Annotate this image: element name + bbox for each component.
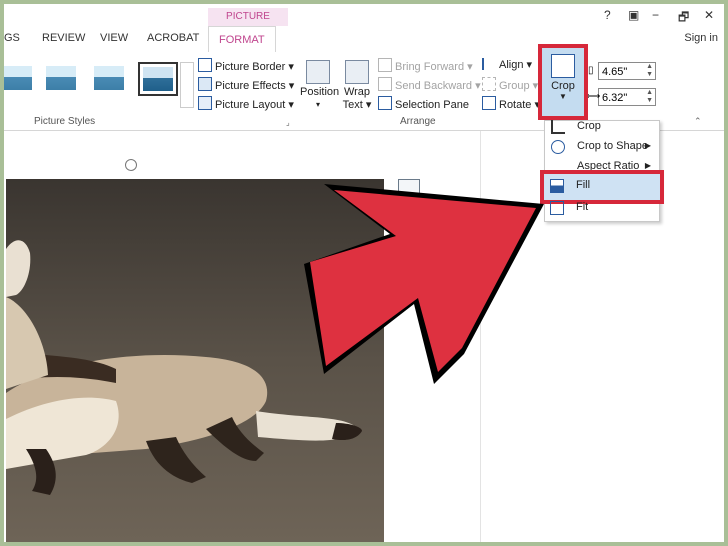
word-window: PICTURE TOOLS ? ▣ − 🗗 ✕ GS REVIEW VIEW A… bbox=[4, 4, 724, 542]
wikihow-watermark: wikiHow bbox=[650, 524, 707, 540]
red-arrow-annotation bbox=[304, 184, 544, 384]
